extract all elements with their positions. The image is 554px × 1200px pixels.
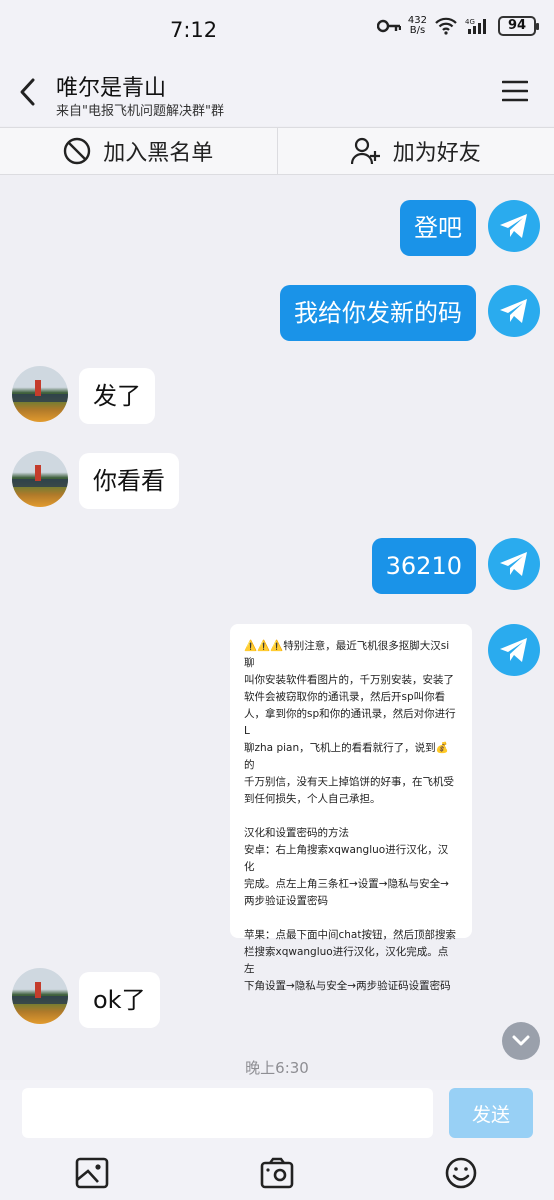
- add-to-blacklist-button[interactable]: 加入黑名单: [0, 128, 277, 174]
- blacklist-label: 加入黑名单: [103, 141, 214, 166]
- image-text-line: 千万别信，没有天上掉馅饼的好事，在飞机受: [244, 776, 454, 788]
- image-text-line: 完成。点左上角三条杠→设置→隐私与安全→: [244, 878, 449, 890]
- image-text-line: 到任何损失，个人自己承担。: [244, 793, 381, 805]
- chat-title: 唯尔是青山: [56, 76, 167, 101]
- scroll-down-button[interactable]: [502, 1022, 540, 1060]
- back-icon[interactable]: [14, 74, 44, 110]
- outgoing-bubble[interactable]: 我给你发新的码: [280, 285, 476, 341]
- menu-icon[interactable]: [502, 80, 528, 102]
- composer: 发送: [0, 1080, 554, 1200]
- incoming-bubble[interactable]: 你看看: [79, 453, 179, 509]
- wifi-icon: [435, 17, 457, 35]
- add-friend-label: 加为好友: [392, 141, 481, 166]
- battery-indicator: 94: [498, 16, 539, 36]
- message-row: ok了: [0, 968, 554, 1028]
- sender-avatar[interactable]: [12, 366, 68, 422]
- image-text-line: 两步验证设置密码: [244, 895, 328, 907]
- image-text-line: 软件会被窃取你的通讯录，然后开sp叫你看: [244, 691, 446, 703]
- telegram-avatar[interactable]: [488, 285, 540, 337]
- chat-messages[interactable]: 登吧 我给你发新的码 发了 你看看 36210 ⚠️⚠️⚠️特别注意，最近飞机很…: [0, 176, 554, 1080]
- telegram-icon: [500, 552, 527, 576]
- message-row: 36210: [0, 538, 554, 598]
- image-text-line: 苹果：点最下面中间chat按钮，然后顶部搜索: [244, 929, 456, 941]
- incoming-bubble[interactable]: ok了: [79, 972, 160, 1028]
- image-text-line: 安卓：右上角搜索xqwangluo进行汉化，汉化: [244, 844, 449, 873]
- chat-subtitle: 来自"电报飞机问题解决群"群: [56, 104, 224, 119]
- telegram-icon: [500, 299, 527, 323]
- message-row: 我给你发新的码: [0, 285, 554, 345]
- chevron-down-icon: [512, 1035, 530, 1046]
- action-bar: 加入黑名单 加为好友: [0, 127, 554, 175]
- outgoing-bubble[interactable]: 登吧: [400, 200, 476, 256]
- telegram-avatar[interactable]: [488, 200, 540, 252]
- chat-header: 唯尔是青山 来自"电报飞机问题解决群"群: [0, 60, 554, 126]
- image-text-line: 聊zha pian，飞机上的看看就行了，说到💰的: [244, 742, 449, 771]
- image-text-line: 叫你安装软件看图片的，千万别安装，安装了: [244, 674, 454, 686]
- image-message[interactable]: ⚠️⚠️⚠️特别注意，最近飞机很多抠脚大汉si聊 叫你安装软件看图片的，千万别安…: [230, 624, 472, 992]
- net-speed: 432 B/s: [407, 15, 427, 36]
- signal-icon: 4G: [465, 18, 486, 34]
- outgoing-bubble[interactable]: 36210: [371, 538, 476, 594]
- image-icon[interactable]: [74, 1156, 110, 1190]
- telegram-icon: [500, 638, 527, 662]
- telegram-icon: [500, 214, 527, 238]
- incoming-bubble[interactable]: 发了: [79, 368, 155, 424]
- telegram-avatar[interactable]: [488, 624, 540, 676]
- image-text-line: 汉化和设置密码的方法: [244, 827, 349, 839]
- image-text-line: 人，拿到你的sp和你的通讯录，然后对你进行L: [244, 708, 456, 737]
- add-friend-button[interactable]: 加为好友: [276, 128, 554, 174]
- emoji-icon[interactable]: [443, 1156, 479, 1190]
- send-button[interactable]: 发送: [449, 1088, 533, 1138]
- svg-text:4G: 4G: [465, 18, 475, 26]
- message-row: 登吧: [0, 200, 554, 260]
- telegram-avatar[interactable]: [488, 538, 540, 590]
- sender-avatar[interactable]: [12, 968, 68, 1024]
- message-input[interactable]: [22, 1088, 433, 1138]
- message-timestamp: 晚上6:30: [245, 1059, 309, 1077]
- message-row: 发了: [0, 366, 554, 426]
- image-text-gap: [244, 808, 458, 825]
- status-bar: 7:12 432 B/s 4G 94: [0, 0, 554, 60]
- message-row: 你看看: [0, 451, 554, 511]
- sender-avatar[interactable]: [12, 451, 68, 507]
- camera-icon[interactable]: [259, 1156, 295, 1190]
- add-user-icon: [350, 137, 380, 165]
- block-icon: [64, 137, 91, 165]
- status-time: 7:12: [170, 18, 218, 42]
- status-icons: 432 B/s 4G 94: [376, 15, 539, 36]
- key-icon: [376, 19, 401, 33]
- message-row: ⚠️⚠️⚠️特别注意，最近飞机很多抠脚大汉si聊 叫你安装软件看图片的，千万别安…: [0, 624, 554, 992]
- image-text-line: ⚠️⚠️⚠️特别注意，最近飞机很多抠脚大汉si聊: [244, 640, 450, 669]
- image-text-gap: [244, 910, 458, 927]
